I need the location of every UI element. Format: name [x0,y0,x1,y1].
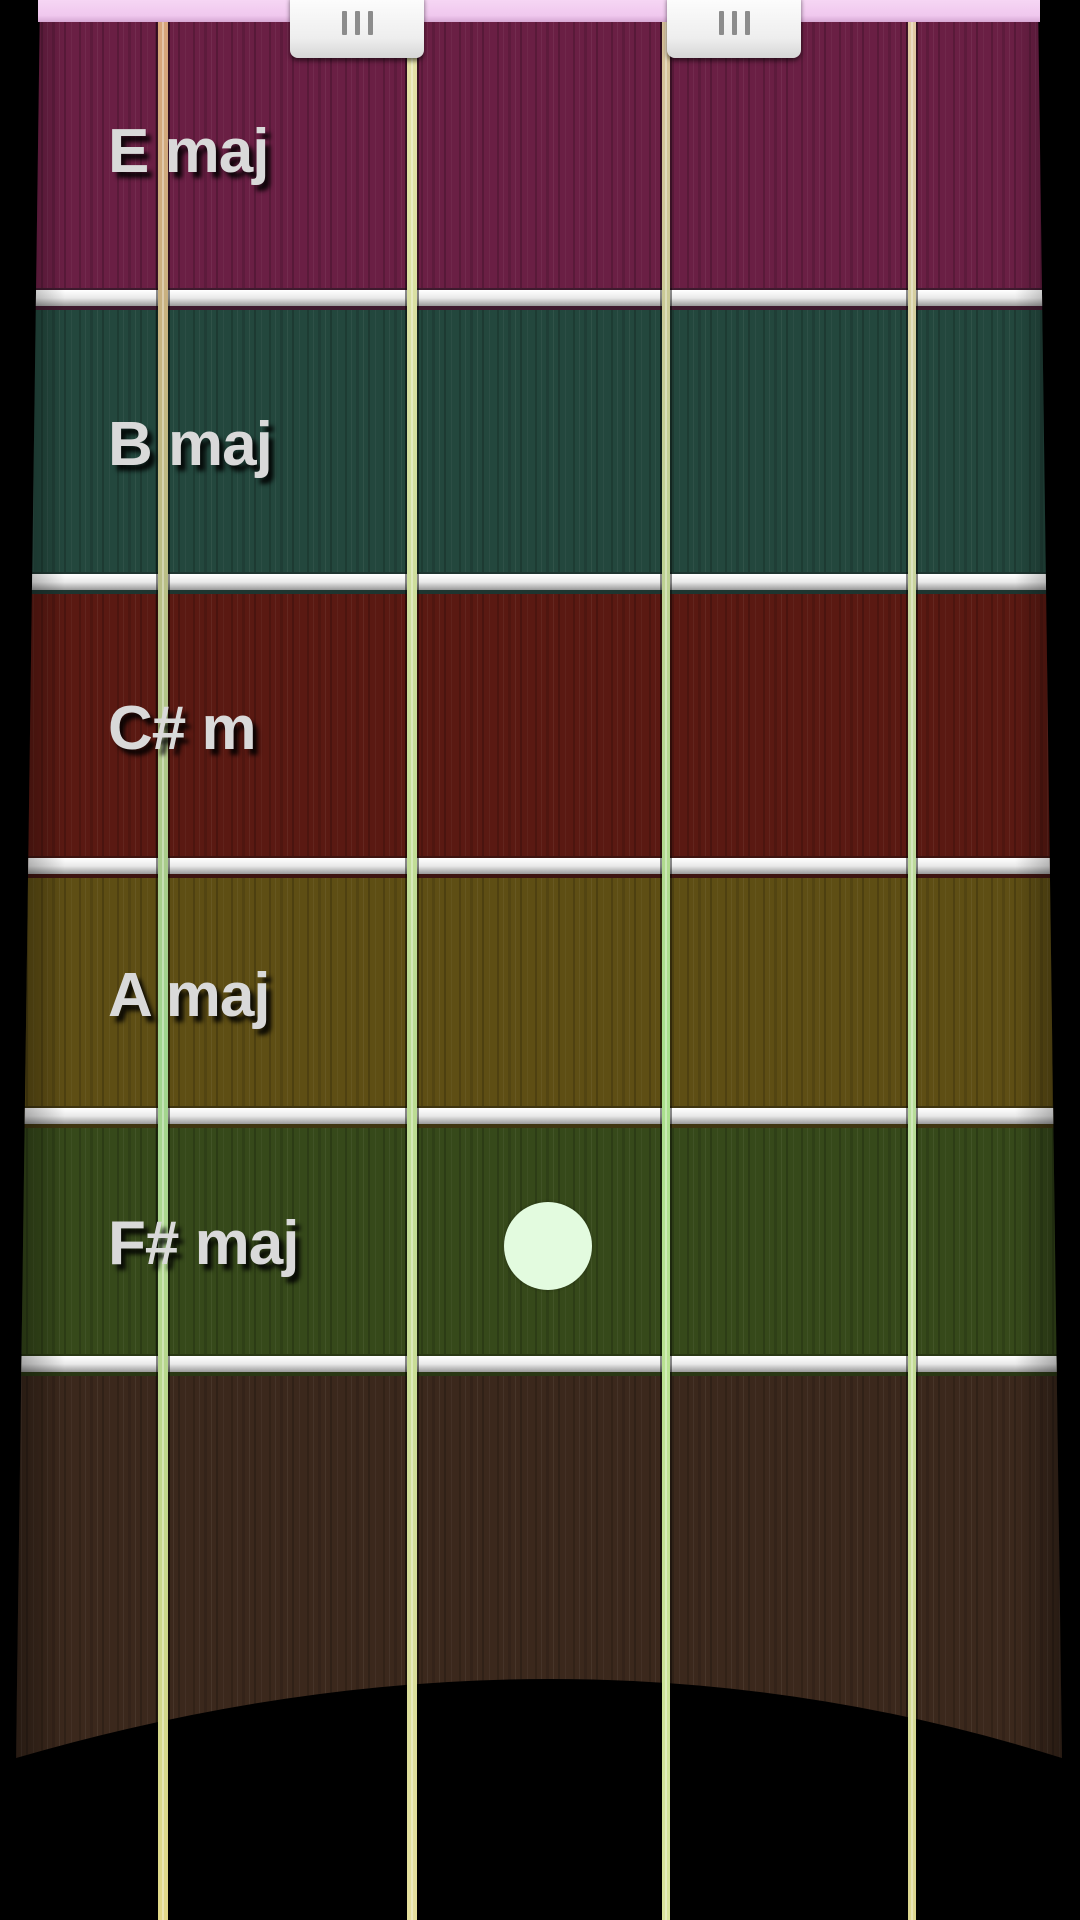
chord-label-b-maj: B maj [108,410,273,479]
chord-label-f-sharp-maj: F# maj [108,1209,299,1278]
chord-label-c-sharp-m: C# m [108,694,257,763]
ukulele-fretboard[interactable]: E maj B maj C# m A maj F# maj [0,0,1080,1920]
nut [38,0,1040,22]
chord-label-a-maj: A maj [108,961,271,1030]
chord-label-e-maj: E maj [108,117,269,186]
touch-indicator [504,1202,592,1290]
